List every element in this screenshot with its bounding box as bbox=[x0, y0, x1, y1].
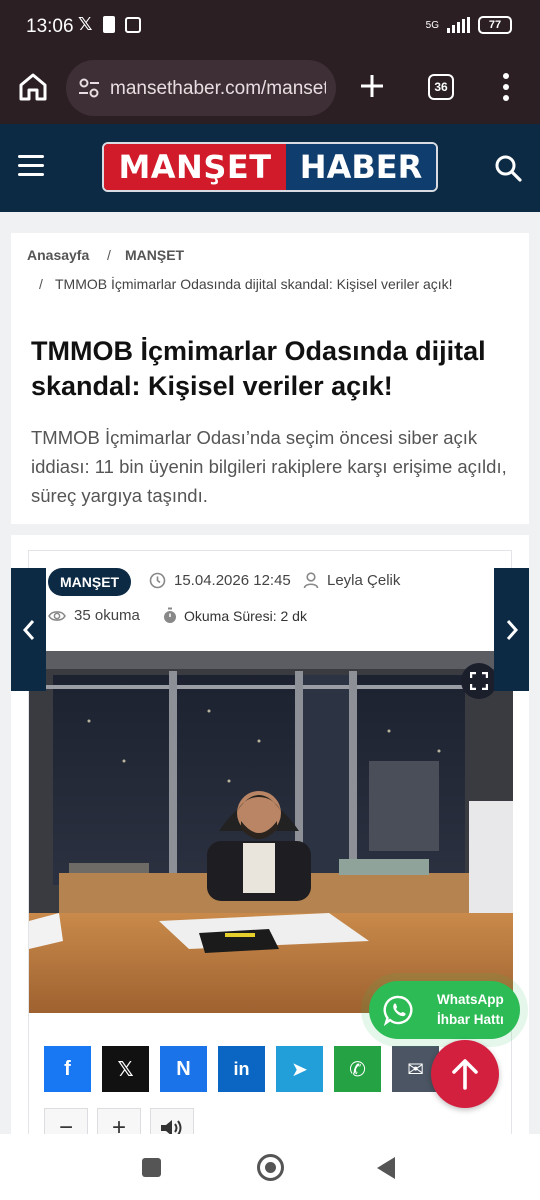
article-image[interactable] bbox=[29, 651, 513, 1013]
article-read-time: Okuma Süresi: 2 dk bbox=[162, 607, 307, 624]
article-views: 35 okuma bbox=[48, 607, 140, 624]
scroll-to-top-button[interactable] bbox=[431, 1040, 499, 1108]
logo-left-text: MANŞET bbox=[104, 144, 286, 190]
phone-notification-icon bbox=[102, 16, 115, 33]
breadcrumb-separator: / bbox=[107, 247, 111, 263]
fullscreen-button[interactable] bbox=[461, 663, 497, 699]
status-time: 13:06 bbox=[26, 16, 74, 37]
x-icon: 𝕏 bbox=[117, 1058, 134, 1081]
share-buttons: f 𝕏 N in ➤ ✆ ✉ bbox=[44, 1046, 439, 1092]
breadcrumb-category-link[interactable]: MANŞET bbox=[125, 247, 184, 263]
author-name: Leyla Çelik bbox=[327, 572, 401, 589]
url-text: mansethaber.com/manset/ bbox=[110, 78, 326, 99]
new-tab-icon[interactable] bbox=[358, 72, 386, 100]
arrow-up-icon bbox=[452, 1059, 478, 1090]
hamburger-menu-icon[interactable] bbox=[18, 155, 44, 179]
whatsapp-hotline-button[interactable]: WhatsApp İhbar Hattı bbox=[369, 981, 520, 1039]
breadcrumb: Anasayfa / MANŞET / TMMOB İçmimarlar Oda… bbox=[11, 233, 529, 319]
expand-icon bbox=[470, 672, 488, 690]
status-right: 5G 77 bbox=[426, 16, 512, 34]
whatsapp-label-line2: İhbar Hattı bbox=[437, 1012, 504, 1027]
logo-right-text: HABER bbox=[286, 144, 436, 190]
tab-switcher-button[interactable]: 36 bbox=[428, 74, 454, 100]
article-inner: MANŞET 15.04.2026 12:45 Leyla Çelik 35 o… bbox=[28, 550, 513, 1134]
clock-icon bbox=[149, 572, 166, 589]
listen-button[interactable] bbox=[150, 1108, 194, 1134]
signal-icon bbox=[447, 17, 470, 33]
battery-icon: 77 bbox=[478, 16, 512, 34]
share-linkedin-button[interactable]: in bbox=[218, 1046, 265, 1092]
breadcrumb-current: TMMOB İçmimarlar Odasında dijital skanda… bbox=[55, 276, 453, 292]
chevron-left-icon bbox=[22, 619, 34, 640]
site-logo[interactable]: MANŞET HABER bbox=[102, 142, 438, 192]
more-options-icon[interactable] bbox=[496, 70, 516, 104]
site-settings-icon[interactable] bbox=[78, 77, 100, 99]
recent-apps-icon[interactable] bbox=[142, 1158, 161, 1177]
email-icon: ✉ bbox=[407, 1058, 424, 1081]
nsosyal-icon: N bbox=[176, 1057, 191, 1080]
font-increase-button[interactable]: + bbox=[97, 1108, 141, 1134]
next-article-button[interactable] bbox=[494, 568, 529, 691]
home-nav-icon[interactable] bbox=[257, 1154, 284, 1181]
category-badge[interactable]: MANŞET bbox=[48, 568, 132, 596]
whatsapp-icon: ✆ bbox=[349, 1058, 366, 1081]
article-summary: TMMOB İçmimarlar Odası’nda seçim öncesi … bbox=[31, 427, 507, 506]
linkedin-icon: in bbox=[233, 1058, 250, 1079]
system-navigation-bar bbox=[0, 1134, 540, 1200]
article-header: TMMOB İçmimarlar Odasında dijital skanda… bbox=[11, 318, 529, 524]
share-facebook-button[interactable]: f bbox=[44, 1046, 91, 1092]
share-nsosyal-button[interactable]: N bbox=[160, 1046, 207, 1092]
share-whatsapp-button[interactable]: ✆ bbox=[334, 1046, 381, 1092]
stopwatch-icon bbox=[164, 607, 176, 623]
home-icon[interactable] bbox=[16, 70, 50, 104]
status-bar: 13:06 𝕏 5G 77 bbox=[0, 0, 540, 54]
speaker-icon bbox=[161, 1120, 182, 1134]
office-photo bbox=[29, 651, 513, 1013]
read-time-text: Okuma Süresi: 2 dk bbox=[184, 607, 307, 624]
article-author[interactable]: Leyla Çelik bbox=[303, 572, 400, 589]
share-x-button[interactable]: 𝕏 bbox=[102, 1046, 149, 1092]
article-title: TMMOB İçmimarlar Odasında dijital skanda… bbox=[31, 336, 486, 401]
whatsapp-label-line1: WhatsApp bbox=[437, 992, 504, 1007]
date-text: 15.04.2026 12:45 bbox=[174, 572, 291, 589]
user-icon bbox=[303, 572, 319, 589]
views-text: 35 okuma bbox=[74, 607, 140, 624]
article-date: 15.04.2026 12:45 bbox=[149, 572, 291, 589]
eye-icon bbox=[48, 610, 66, 621]
address-bar[interactable]: mansethaber.com/manset/ bbox=[66, 60, 336, 116]
browser-toolbar: mansethaber.com/manset/ 36 bbox=[0, 54, 540, 124]
telegram-icon: ➤ bbox=[291, 1058, 308, 1081]
breadcrumb-separator: / bbox=[39, 276, 43, 292]
facebook-icon: f bbox=[64, 1057, 71, 1080]
back-icon[interactable] bbox=[377, 1157, 395, 1179]
previous-article-button[interactable] bbox=[11, 568, 46, 691]
font-decrease-button[interactable]: − bbox=[44, 1108, 88, 1134]
x-notification-icon: 𝕏 bbox=[78, 14, 93, 34]
search-icon[interactable] bbox=[494, 154, 522, 182]
share-telegram-button[interactable]: ➤ bbox=[276, 1046, 323, 1092]
app-notification-icon bbox=[124, 16, 141, 33]
chevron-right-icon bbox=[506, 619, 518, 640]
site-header: MANŞET HABER bbox=[0, 124, 540, 212]
network-label: 5G bbox=[425, 19, 439, 31]
reading-tools: − + bbox=[44, 1108, 194, 1134]
breadcrumb-home-link[interactable]: Anasayfa bbox=[27, 247, 89, 263]
notification-icons: 𝕏 bbox=[78, 14, 141, 35]
whatsapp-icon bbox=[383, 995, 413, 1026]
